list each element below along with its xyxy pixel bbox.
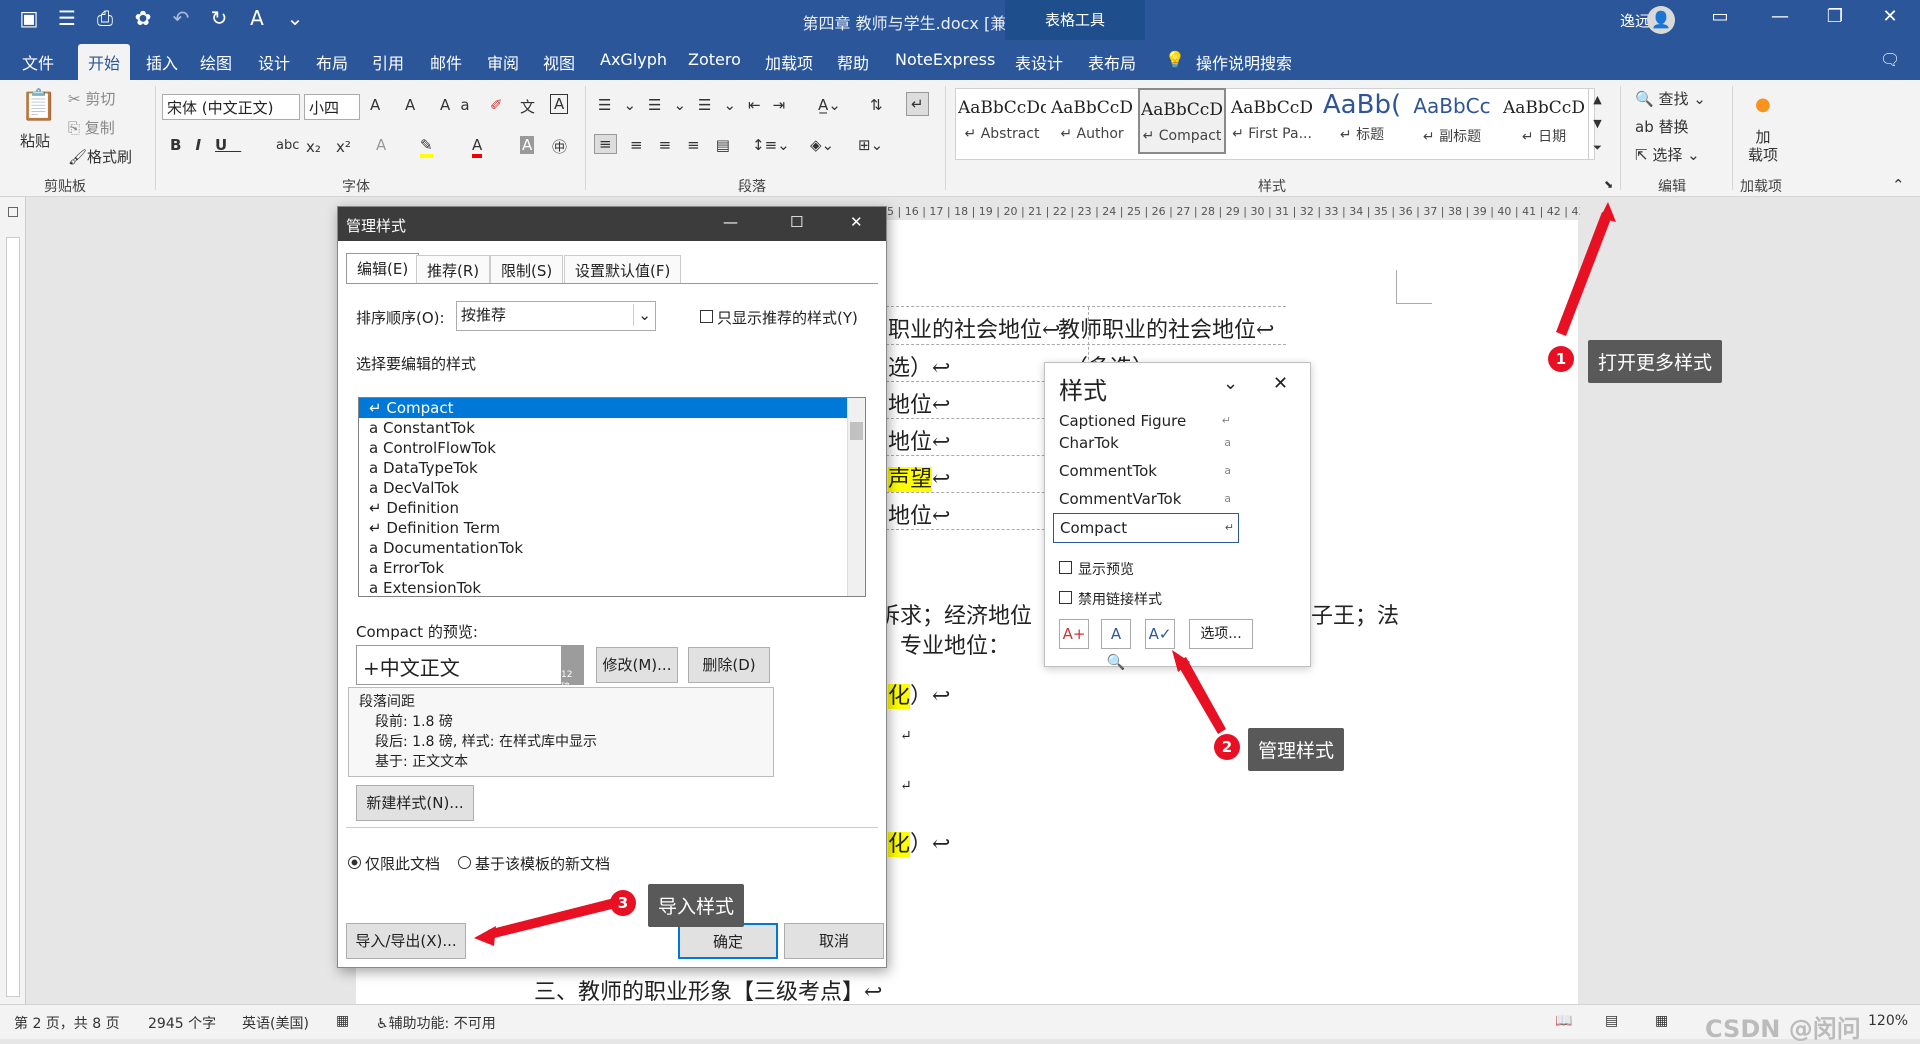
callout-badge: 2 [1214,734,1240,760]
callout-more-styles: 打开更多样式 [1588,340,1723,383]
callout-badge: 1 [1548,346,1574,372]
annotation-arrows [474,202,1616,946]
callout-manage-styles: 管理样式 [1248,728,1345,771]
callout-badge: 3 [610,890,636,916]
callout-import-styles: 导入样式 [648,884,745,927]
